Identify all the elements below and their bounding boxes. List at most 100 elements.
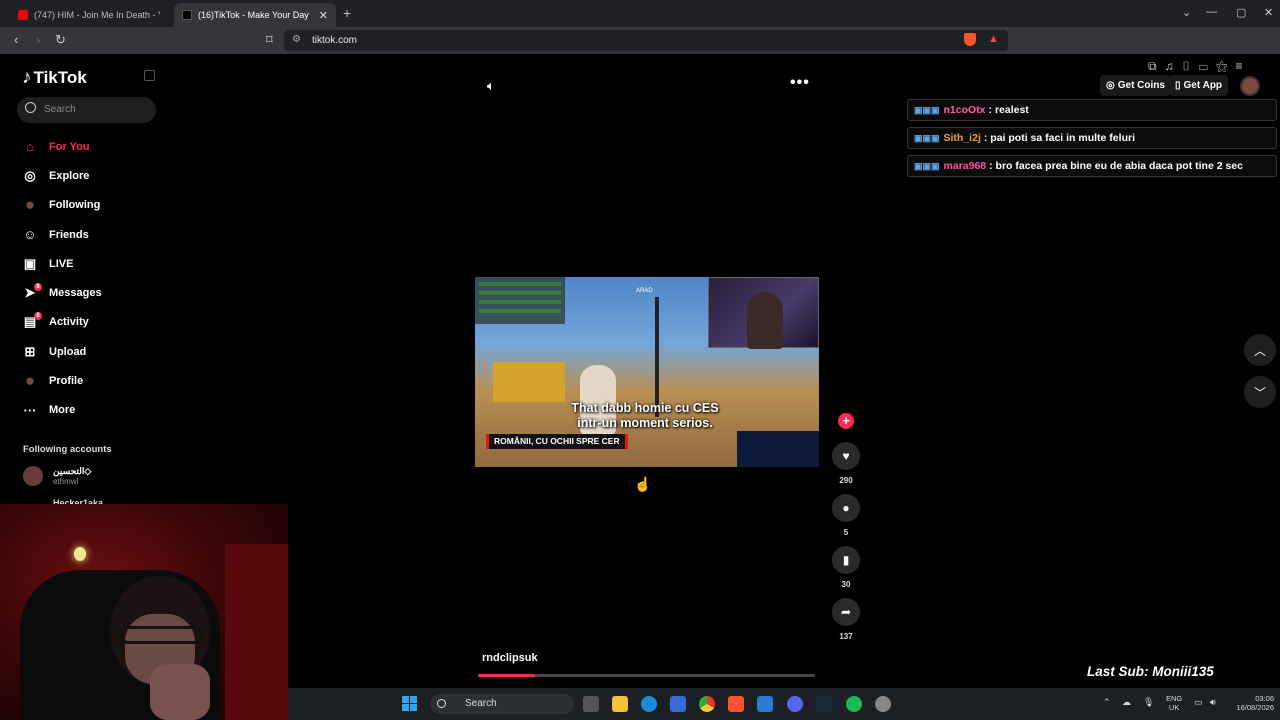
phone-icon: ▯ — [1175, 80, 1181, 91]
sidebar-item-label: Upload — [49, 345, 87, 358]
browser-tab-youtube[interactable]: (747) HIM - Join Me In Death - YouTube — [10, 3, 168, 27]
discord-icon[interactable] — [787, 696, 803, 712]
sidebar-item-friends[interactable]: ☺ Friends — [20, 220, 170, 249]
sidebar-item-messages[interactable]: ➤ 8 Messages — [20, 278, 170, 307]
get-app-button[interactable]: ▯ Get App — [1169, 75, 1229, 96]
brave-rewards-icon[interactable]: ▲ — [988, 33, 999, 45]
get-app-label: Get App — [1183, 80, 1223, 91]
speaker-icon[interactable]: 🔊︎ — [1210, 697, 1216, 708]
new-tab-button[interactable]: + — [343, 5, 351, 21]
brave-icon[interactable] — [728, 696, 744, 712]
close-window-icon[interactable]: ✕ — [1264, 6, 1273, 19]
sidebar-item-explore[interactable]: ◎ Explore — [20, 161, 170, 190]
wifi-icon[interactable]: ▭ — [1194, 697, 1203, 708]
following-avatar-icon: ● — [24, 195, 36, 215]
address-bar[interactable]: ⚙ tiktok.com — [284, 30, 1008, 51]
video-progress-bar[interactable] — [478, 674, 815, 677]
following-account[interactable]: التحسين◇ ethmwl — [23, 466, 91, 486]
microphone-icon[interactable]: 🎙︎ — [1143, 697, 1154, 708]
volume-icon[interactable]: 🔈︎ — [487, 78, 495, 94]
tray-chevron-icon[interactable]: ⌃ — [1103, 697, 1111, 708]
steam-icon[interactable] — [816, 696, 832, 712]
mouse-cursor-icon: ☝ — [634, 476, 652, 492]
site-info-icon[interactable]: ⚙ — [292, 34, 301, 45]
sidebar-item-label: Explore — [49, 169, 90, 182]
webcam-overlay — [0, 504, 288, 720]
comment-button[interactable]: ● — [832, 494, 860, 522]
vscode-icon[interactable] — [757, 696, 773, 712]
share-count: 137 — [839, 632, 853, 641]
language-indicator[interactable]: ENG UK — [1166, 694, 1182, 712]
windows-start-icon[interactable] — [402, 696, 418, 712]
close-tab-icon[interactable]: ✕ — [319, 9, 328, 22]
tab-list-icon[interactable]: ⌄ — [1182, 6, 1191, 19]
sidebar-item-label: Messages — [49, 287, 102, 300]
minimize-icon[interactable]: — — [1206, 6, 1217, 18]
edge-icon[interactable] — [641, 696, 657, 712]
reload-icon[interactable]: ↻ — [55, 32, 66, 48]
extension-icons[interactable]: ⧉♫▯▭⚝≡ — [1148, 59, 1251, 74]
sidebar-item-profile[interactable]: ● Profile — [20, 366, 170, 395]
spotify-icon[interactable] — [846, 696, 862, 712]
chevron-down-icon: ﹀ — [1253, 385, 1266, 400]
clock-time: 03:06 — [1255, 694, 1274, 703]
taskbar-search-label: Search — [465, 698, 497, 709]
video-news-banner: ROMÂNII, CU OCHII SPRE CER — [486, 434, 628, 449]
chat-username: n1coOtx — [943, 104, 986, 116]
search-icon — [437, 699, 446, 708]
network-cloud-icon[interactable]: ☁ — [1122, 697, 1131, 708]
notification-badge: 8 — [34, 312, 42, 321]
tiktok-icon — [182, 10, 192, 20]
back-icon[interactable]: ‹ — [14, 32, 18, 47]
brave-shield-icon[interactable] — [964, 33, 976, 46]
home-icon: ⌂ — [26, 139, 34, 155]
follow-plus-button[interactable]: + — [838, 413, 854, 429]
sidebar-item-label: Following — [49, 199, 101, 212]
maximize-icon[interactable]: ▢ — [1236, 6, 1246, 19]
taskbar-clock[interactable]: 03:06 16/08/2026 — [1232, 694, 1274, 712]
share-button[interactable]: ➦ — [832, 598, 860, 626]
video-player[interactable]: ARAD That dabb homie cu CES intr-un mome… — [475, 277, 819, 467]
clock-date: 16/08/2026 — [1236, 703, 1274, 712]
last-sub-overlay: Last Sub: Moniii135 — [1087, 664, 1214, 679]
webcam-glasses — [120, 626, 202, 644]
following-accounts-header: Following accounts — [23, 444, 112, 455]
logo-text: TikTok — [33, 68, 87, 87]
tiktok-note-icon: ♪ — [22, 67, 32, 88]
file-explorer-icon[interactable] — [612, 696, 628, 712]
comment-icon: ● — [842, 501, 850, 515]
forward-icon[interactable]: › — [36, 32, 40, 47]
collapse-sidebar-icon[interactable] — [144, 70, 155, 81]
next-video-button[interactable]: ﹀ — [1244, 376, 1276, 408]
bookmark-button[interactable]: ▮ — [832, 546, 860, 574]
previous-video-button[interactable]: ︿ — [1244, 334, 1276, 366]
tiktok-logo[interactable]: ♪ TikTok — [22, 67, 87, 89]
store-icon[interactable] — [670, 696, 686, 712]
task-view-icon[interactable] — [583, 696, 599, 712]
video-news-ticker — [737, 431, 819, 467]
sidebar-item-for-you[interactable]: ⌂ For You — [20, 132, 170, 161]
get-coins-button[interactable]: ◎ Get Coins — [1100, 75, 1171, 96]
activity-icon: ▤ 8 — [20, 312, 42, 332]
video-author[interactable]: rndclipsuk — [482, 652, 538, 664]
chat-message: ▣▣▣ n1coOtx: realest — [907, 99, 1277, 121]
chat-badge-icons: ▣▣▣ — [914, 160, 940, 171]
search-input[interactable]: Search — [17, 97, 156, 123]
sidebar-item-more[interactable]: ··· More — [20, 396, 170, 425]
sidebar-item-activity[interactable]: ▤ 8 Activity — [20, 308, 170, 337]
sidebar-item-label: For You — [49, 140, 90, 153]
sidebar-item-live[interactable]: ▣ LIVE — [20, 249, 170, 278]
profile-avatar[interactable] — [1240, 76, 1260, 96]
bookmark-count: 30 — [841, 580, 851, 589]
sidebar-item-following[interactable]: ● Following — [20, 191, 170, 220]
webcam-hand — [150, 664, 210, 720]
heart-button[interactable]: ♥ — [832, 442, 860, 470]
more-options-icon[interactable]: ••• — [790, 74, 810, 92]
chrome-icon[interactable] — [699, 696, 715, 712]
bookmark-icon[interactable]: ⌑ — [266, 32, 273, 48]
browser-tab-tiktok[interactable]: (16)TikTok - Make Your Day ✕ — [174, 3, 336, 27]
share-icon: ➦ — [840, 605, 852, 619]
sidebar-item-upload[interactable]: ⊞ Upload — [20, 337, 170, 366]
taskbar-search[interactable]: Search — [430, 694, 574, 714]
settings-icon[interactable] — [875, 696, 891, 712]
